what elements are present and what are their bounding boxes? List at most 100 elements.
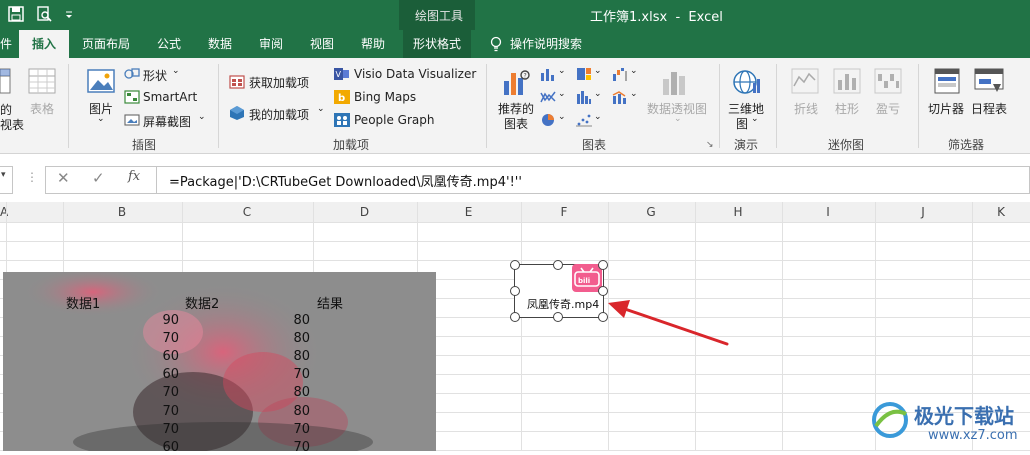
slicer-button[interactable]: 切片器 xyxy=(928,100,964,117)
cell-data2[interactable]: 70 xyxy=(286,440,310,455)
col-header-f[interactable]: F xyxy=(521,202,607,222)
store-icon[interactable] xyxy=(229,73,245,89)
timeline-icon[interactable] xyxy=(974,68,1004,94)
col-header-g[interactable]: G xyxy=(608,202,694,222)
people-graph-icon[interactable] xyxy=(334,113,350,127)
tab-insert[interactable]: 插入 xyxy=(19,30,69,58)
get-addins-button[interactable]: 获取加载项 xyxy=(249,74,309,91)
my-addins-icon[interactable] xyxy=(229,105,245,121)
col-header-e[interactable]: E xyxy=(417,202,520,222)
screenshot-button[interactable]: 屏幕截图 xyxy=(143,113,191,130)
shapes-dropdown-icon[interactable]: ⌄ xyxy=(172,66,180,76)
cancel-icon[interactable]: ✕ xyxy=(57,169,70,187)
resize-handle[interactable] xyxy=(510,286,520,296)
tab-view[interactable]: 视图 xyxy=(300,30,344,58)
visio-icon[interactable]: V xyxy=(334,67,350,81)
chart-dropdown-icon[interactable]: ⌄ xyxy=(558,89,566,99)
tab-shape-format[interactable]: 形状格式 xyxy=(403,30,471,58)
smartart-button[interactable]: SmartArt xyxy=(143,90,197,104)
cell-data2[interactable]: 80 xyxy=(286,349,310,364)
cell-data1[interactable]: 70 xyxy=(155,331,179,346)
cell-data2[interactable]: 80 xyxy=(286,331,310,346)
scatter-chart-icon[interactable] xyxy=(576,113,592,127)
cell-data1[interactable]: 70 xyxy=(155,385,179,400)
col-header-d[interactable]: D xyxy=(313,202,416,222)
tab-review[interactable]: 审阅 xyxy=(249,30,293,58)
col-header-c[interactable]: C xyxy=(182,202,312,222)
col-header-b[interactable]: B xyxy=(63,202,181,222)
resize-handle[interactable] xyxy=(598,260,608,270)
save-icon[interactable] xyxy=(7,5,25,23)
smartart-icon[interactable] xyxy=(124,90,140,104)
dialog-launcher-icon[interactable]: ↘ xyxy=(706,140,714,150)
hierarchy-chart-icon[interactable] xyxy=(576,67,592,81)
cell-data2[interactable]: 80 xyxy=(286,313,310,328)
cell-data2[interactable]: 80 xyxy=(286,385,310,400)
combo-chart-icon[interactable] xyxy=(612,90,628,104)
col-header-k[interactable]: K xyxy=(972,202,1030,222)
visio-data-visualizer-button[interactable]: Visio Data Visualizer xyxy=(354,67,476,81)
screenshot-dropdown-icon[interactable]: ⌄ xyxy=(198,112,206,122)
cell-data1[interactable]: 60 xyxy=(155,349,179,364)
my-addins-button[interactable]: 我的加载项 xyxy=(249,106,309,123)
waterfall-chart-icon[interactable] xyxy=(612,67,628,81)
shapes-icon[interactable] xyxy=(124,67,140,81)
recommended-charts-icon[interactable]: ? xyxy=(501,67,531,97)
tab-help[interactable]: 帮助 xyxy=(351,30,395,58)
customize-toolbar-icon[interactable] xyxy=(64,5,74,23)
name-box-dropdown-icon[interactable]: ▾ xyxy=(1,170,6,180)
tab-page-layout[interactable]: 页面布局 xyxy=(75,30,137,58)
map-3d-icon[interactable] xyxy=(732,67,762,97)
statistic-chart-icon[interactable] xyxy=(576,90,592,104)
col-header-h[interactable]: H xyxy=(695,202,781,222)
bing-icon[interactable]: b xyxy=(334,90,350,104)
chart-dropdown-icon[interactable]: ⌄ xyxy=(594,112,602,122)
tab-file[interactable]: 件 xyxy=(0,30,12,58)
resize-handle[interactable] xyxy=(553,260,563,270)
resize-handle[interactable] xyxy=(510,260,520,270)
screenshot-icon[interactable] xyxy=(124,113,140,127)
chart-dropdown-icon[interactable]: ⌄ xyxy=(630,89,638,99)
tab-data[interactable]: 数据 xyxy=(198,30,242,58)
map-3d-dropdown-icon[interactable]: ⌄ xyxy=(751,114,759,124)
chart-dropdown-icon[interactable]: ⌄ xyxy=(630,66,638,76)
enter-icon[interactable]: ✓ xyxy=(92,169,105,187)
col-header-i[interactable]: I xyxy=(782,202,874,222)
people-graph-button[interactable]: People Graph xyxy=(354,113,435,127)
resize-handle[interactable] xyxy=(553,312,563,322)
col-header-j[interactable]: J xyxy=(875,202,971,222)
shapes-button[interactable]: 形状 xyxy=(143,67,167,84)
pivot-table-icon[interactable] xyxy=(0,67,12,95)
table-icon xyxy=(28,68,56,94)
chart-dropdown-icon[interactable]: ⌄ xyxy=(594,89,602,99)
chart-dropdown-icon[interactable]: ⌄ xyxy=(594,66,602,76)
insert-function-icon[interactable]: fx xyxy=(128,169,140,184)
timeline-button[interactable]: 日程表 xyxy=(971,100,1007,117)
tab-formulas[interactable]: 公式 xyxy=(147,30,191,58)
resize-handle[interactable] xyxy=(510,312,520,322)
slicer-icon[interactable] xyxy=(933,68,961,94)
tell-me-search[interactable]: 操作说明搜索 xyxy=(510,30,598,58)
picture-icon[interactable] xyxy=(87,67,115,95)
cell-data1[interactable]: 70 xyxy=(155,422,179,437)
chart-dropdown-icon[interactable]: ⌄ xyxy=(558,66,566,76)
pivot-label-2: 视表 xyxy=(0,118,25,132)
my-addins-dropdown-icon[interactable]: ⌄ xyxy=(317,104,325,114)
pie-chart-icon[interactable] xyxy=(540,113,556,127)
svg-text:b: b xyxy=(338,93,345,104)
cell-data1[interactable]: 90 xyxy=(155,313,179,328)
cell-data2[interactable]: 80 xyxy=(286,404,310,419)
picture-dropdown-icon[interactable]: ⌄ xyxy=(97,114,105,124)
cell-data1[interactable]: 70 xyxy=(155,404,179,419)
chart-dropdown-icon[interactable]: ⌄ xyxy=(558,112,566,122)
column-gridline xyxy=(782,202,783,451)
cell-data1[interactable]: 60 xyxy=(155,440,179,455)
cell-data2[interactable]: 70 xyxy=(286,367,310,382)
bing-maps-button[interactable]: Bing Maps xyxy=(354,90,416,104)
line-chart-icon[interactable] xyxy=(540,90,556,104)
print-preview-icon[interactable] xyxy=(35,5,53,23)
cell-data1[interactable]: 60 xyxy=(155,367,179,382)
cell-data2[interactable]: 70 xyxy=(286,422,310,437)
group-charts-label: 图表 xyxy=(582,138,607,152)
column-chart-icon[interactable] xyxy=(540,67,556,81)
